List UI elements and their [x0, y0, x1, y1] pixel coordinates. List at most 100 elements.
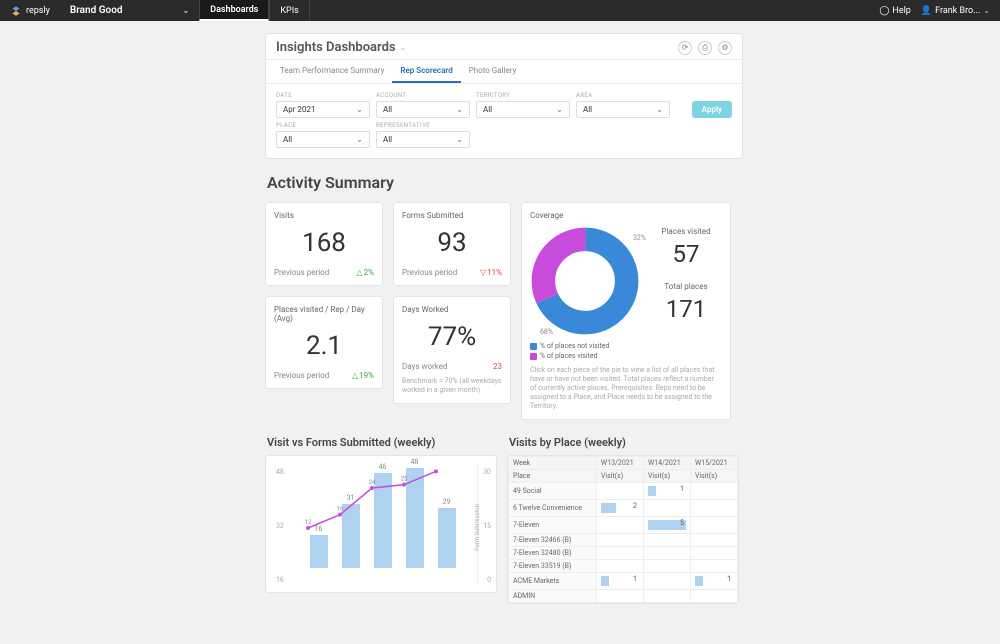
place-name[interactable]: 7-Eleven — [509, 517, 597, 534]
refresh-icon[interactable]: ⟳ — [678, 41, 692, 55]
card-coverage: Coverage 32% 68% Places visited 57 — [521, 202, 731, 420]
brand-selector[interactable]: Brand Good ⌄ — [60, 5, 199, 16]
section-title-activity: Activity Summary — [267, 173, 743, 192]
visits-value: 168 — [274, 228, 374, 258]
th-col[interactable]: W15/2021 — [690, 457, 737, 470]
delta-up: △2% — [356, 268, 374, 277]
bar-label: 48 — [411, 458, 419, 466]
table-row: 7-Eleven 33519 (B) — [509, 560, 738, 573]
bar[interactable]: 29 — [438, 508, 456, 568]
place-name[interactable]: 6 Twelve Convenience — [509, 500, 597, 517]
tab-rep-scorecard[interactable]: Rep Scorecard — [392, 60, 460, 83]
user-icon: 👤 — [921, 6, 932, 16]
settings-icon[interactable]: ⚙ — [718, 41, 732, 55]
filter-label: PLACE — [276, 122, 370, 129]
th-sub: Visit(s) — [643, 470, 690, 483]
coverage-legend: % of places not visited % of places visi… — [530, 342, 722, 360]
delta-up: △19% — [352, 371, 374, 380]
tab-team-performance[interactable]: Team Performance Summary — [272, 60, 392, 83]
coverage-donut[interactable]: 32% 68% — [530, 226, 640, 336]
place-name[interactable]: 49 Social — [509, 483, 597, 500]
account-filter[interactable]: All⌄ — [376, 101, 470, 118]
filter-label: ACCOUNT — [376, 92, 470, 99]
place-name[interactable]: 7-Eleven 33519 (B) — [509, 560, 597, 573]
card-visits: Visits 168 Previous period △2% — [265, 202, 383, 286]
donut-label-not-visited: 68% — [540, 328, 553, 336]
th-sub: Visit(s) — [690, 470, 737, 483]
th-col[interactable]: W14/2021 — [643, 457, 690, 470]
y-axis-right: 30 15 0 — [483, 468, 491, 584]
total-places-label: Total places — [664, 282, 707, 291]
card-days-worked: Days Worked 77% Days worked 23 Benchmark… — [393, 296, 511, 404]
avg-value: 2.1 — [274, 331, 374, 361]
bar-label: 29 — [443, 498, 451, 506]
nav-kpis[interactable]: KPIs — [269, 0, 309, 21]
bar[interactable]: 31 — [342, 504, 360, 569]
y-axis-left: 48 32 16 — [276, 468, 284, 584]
days-count: 23 — [493, 362, 502, 371]
place-name[interactable]: ADMIN — [509, 590, 597, 603]
top-right: ◯ Help 👤 Frank Bro... ⌄ — [879, 6, 1000, 16]
place-filter[interactable]: All⌄ — [276, 131, 370, 148]
brand-label: Brand Good — [70, 5, 123, 16]
days-foot-label: Days worked — [402, 362, 447, 371]
days-value: 77% — [402, 322, 502, 352]
benchmark-note: Benchmark = 70% (all weekdays worked in … — [402, 377, 502, 395]
card-title: Coverage — [530, 211, 722, 220]
chart-visit-forms: 48 32 16 30 15 0 Form Submission 1631464… — [265, 455, 497, 593]
th-sub: Visit(s) — [596, 470, 643, 483]
donut-label-visited: 32% — [633, 234, 646, 242]
total-places-value: 171 — [664, 295, 707, 323]
nav-dashboards[interactable]: Dashboards — [199, 0, 269, 21]
apply-button[interactable]: Apply — [692, 101, 732, 118]
table-row: ADMIN — [509, 590, 738, 603]
prev-label: Previous period — [274, 371, 329, 380]
table-row: 7-Eleven 32466 (B) — [509, 534, 738, 547]
tab-photo-gallery[interactable]: Photo Gallery — [461, 60, 525, 83]
card-title: Forms Submitted — [402, 211, 502, 220]
date-filter[interactable]: Apr 2021⌄ — [276, 101, 370, 118]
prev-label: Previous period — [402, 268, 457, 277]
bar[interactable]: 16 — [310, 535, 328, 568]
panel-tabs: Team Performance Summary Rep Scorecard P… — [266, 59, 742, 84]
filter-label: DATE — [276, 92, 370, 99]
filter-label: TERRITORY — [476, 92, 570, 99]
bar-label: 31 — [347, 494, 355, 502]
forms-value: 93 — [402, 228, 502, 258]
place-name[interactable]: 7-Eleven 32466 (B) — [509, 534, 597, 547]
territory-filter[interactable]: All⌄ — [476, 101, 570, 118]
print-icon[interactable]: ⎙ — [698, 41, 712, 55]
prev-label: Previous period — [274, 268, 329, 277]
help-icon: ◯ — [879, 6, 889, 16]
bar[interactable]: 46 — [374, 473, 392, 569]
th-week: Week — [509, 457, 597, 470]
top-bar: repsly Brand Good ⌄ Dashboards KPIs ◯ He… — [0, 0, 1000, 21]
user-menu[interactable]: 👤 Frank Bro... ⌄ — [921, 6, 990, 16]
filter-label: REPRESENTATIVE — [376, 122, 470, 129]
area-filter[interactable]: All⌄ — [576, 101, 670, 118]
filter-label: AREA — [576, 92, 670, 99]
card-forms: Forms Submitted 93 Previous period ▽11% — [393, 202, 511, 286]
filters-row: DATE Apr 2021⌄ ACCOUNT All⌄ TERRITORY Al… — [266, 84, 742, 122]
card-title: Visits — [274, 211, 374, 220]
th-col[interactable]: W13/2021 — [596, 457, 643, 470]
bar[interactable]: 48 — [406, 468, 424, 568]
card-title: Places visited / Rep / Day (Avg) — [274, 305, 374, 323]
y2-axis-label: Form Submission — [474, 505, 481, 552]
representative-filter[interactable]: All⌄ — [376, 131, 470, 148]
top-nav: Dashboards KPIs — [199, 0, 310, 21]
help-link[interactable]: ◯ Help — [879, 6, 911, 16]
table-row: ACME Markets11 — [509, 573, 738, 590]
swatch-visited — [530, 353, 537, 360]
places-visited-value: 57 — [661, 240, 710, 268]
chart-title-visit-forms: Visit vs Forms Submitted (weekly) — [267, 436, 497, 449]
chevron-down-icon[interactable]: ⌄ — [400, 43, 407, 52]
place-name[interactable]: 7-Eleven 32480 (B) — [509, 547, 597, 560]
chart-title-visits-place: Visits by Place (weekly) — [509, 436, 739, 449]
place-name[interactable]: ACME Markets — [509, 573, 597, 590]
logo-text: repsly — [26, 6, 50, 16]
chevron-down-icon: ⌄ — [983, 6, 990, 15]
places-visited-label: Places visited — [661, 227, 710, 236]
card-title: Days Worked — [402, 305, 502, 314]
swatch-not-visited — [530, 343, 537, 350]
